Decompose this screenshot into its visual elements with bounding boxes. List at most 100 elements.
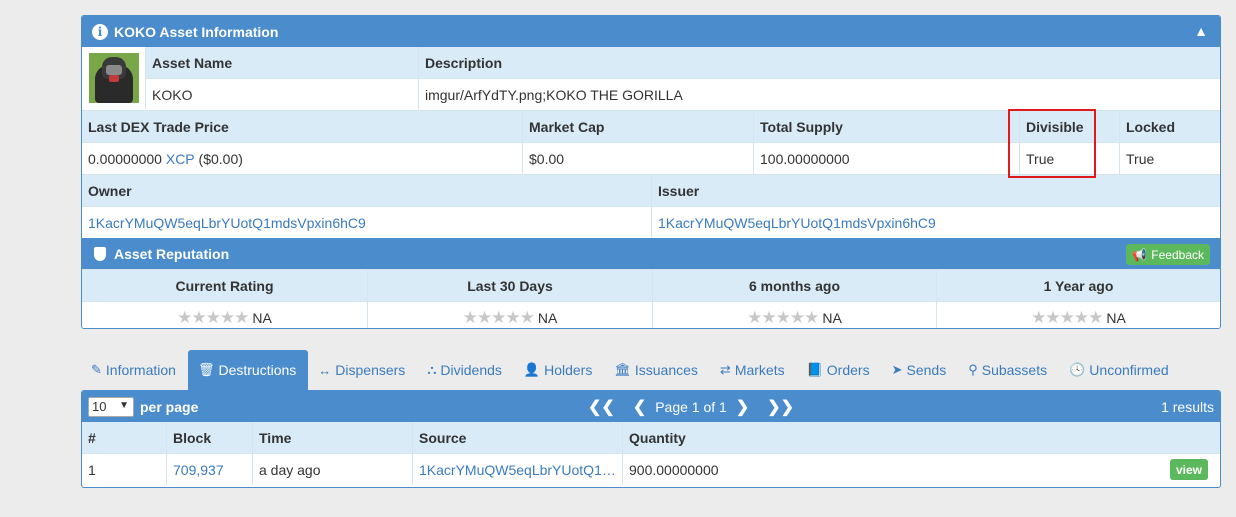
- trash-icon: 🗑: [197, 362, 215, 377]
- reputation-title: Asset Reputation: [114, 246, 230, 262]
- tab-subassets[interactable]: ⚲ Subassets: [958, 350, 1059, 390]
- rating-value: NA: [537, 309, 558, 326]
- results-count: 1 results: [1161, 398, 1214, 415]
- tab-holders[interactable]: 👤 Holders: [514, 350, 604, 390]
- issuer-label: Issuer: [651, 175, 1220, 206]
- col-source: Source: [412, 422, 622, 453]
- destructions-panel: 10 ▼ per page ❮❮ ❮ Page 1 of 1 ❯ ❯❯ 1 re…: [81, 390, 1221, 488]
- rating-label-current: Current Rating: [82, 270, 367, 301]
- arrows-horizontal-icon: ↔: [318, 362, 332, 378]
- last-price-amount: 0.00000000: [88, 150, 162, 167]
- last-price-value: 0.00000000 XCP ($0.00): [82, 143, 522, 174]
- locked-label: Locked: [1119, 111, 1220, 142]
- issuer-value: 1KacrYMuQW5eqLbrYUotQ1mdsVpxin6hC9: [651, 207, 1220, 238]
- asset-name-block: Asset Name Description KOKO imgur/ArfYdT…: [82, 47, 1220, 110]
- owner-value: 1KacrYMuQW5eqLbrYUotQ1mdsVpxin6hC9: [82, 207, 651, 238]
- divisible-label: Divisible: [1019, 111, 1119, 142]
- next-page-icon[interactable]: ❯: [736, 397, 749, 417]
- chevron-up-icon[interactable]: ▲: [1194, 23, 1208, 39]
- exchange-icon: ⇄: [719, 362, 731, 377]
- rating-label-6months: 6 months ago: [652, 270, 936, 301]
- asset-info-title: KOKO Asset Information: [114, 23, 279, 40]
- pagination: ❮❮ ❮ Page 1 of 1 ❯ ❯❯: [579, 391, 803, 422]
- source-link[interactable]: 1KacrYMuQW5eqLbrYUotQ1…: [419, 462, 616, 478]
- xcp-link[interactable]: XCP: [166, 151, 195, 167]
- clock-icon: 🕓: [1069, 362, 1086, 377]
- asset-avatar-cell: [82, 47, 146, 109]
- tab-destructions[interactable]: 🗑 Destructions: [187, 350, 309, 390]
- child-icon: ⚲: [968, 362, 978, 377]
- tab-dispensers[interactable]: ↔ Dispensers: [308, 350, 417, 390]
- divisible-value: True: [1019, 143, 1119, 174]
- info-icon: i: [92, 23, 108, 40]
- description-value: imgur/ArfYdTY.png;KOKO THE GORILLA: [418, 79, 1220, 110]
- bullhorn-icon: 📢: [1132, 247, 1148, 262]
- tab-orders[interactable]: 📘 Orders: [797, 350, 882, 390]
- asset-tabs: ✎ Information 🗑 Destructions ↔ Dispensers ⛬…: [81, 350, 1181, 390]
- row-source: 1KacrYMuQW5eqLbrYUotQ1…: [412, 454, 622, 485]
- rating-value: NA: [252, 309, 272, 326]
- star-rating-icon: ★★★★★: [177, 307, 249, 327]
- market-cap-value: $0.00: [522, 143, 753, 174]
- view-button[interactable]: view: [1169, 459, 1208, 480]
- row-time: a day ago: [252, 454, 412, 485]
- row-quantity: 900.00000000 view: [622, 454, 1220, 485]
- asset-info-header: i KOKO Asset Information ▲: [82, 16, 1220, 47]
- row-num: 1: [82, 454, 166, 485]
- col-num: #: [82, 422, 166, 453]
- asset-name-value: KOKO: [146, 79, 418, 110]
- page-indicator: Page 1 of 1: [655, 398, 727, 415]
- tab-information[interactable]: ✎ Information: [81, 350, 188, 390]
- asset-name-label: Asset Name: [146, 47, 418, 78]
- bank-icon: 🏛: [614, 362, 631, 377]
- tab-issuances[interactable]: 🏛 Issuances: [604, 350, 710, 390]
- owner-label: Owner: [82, 175, 651, 206]
- asset-avatar: [88, 53, 139, 103]
- table-toolbar: 10 ▼ per page ❮❮ ❮ Page 1 of 1 ❯ ❯❯ 1 re…: [82, 391, 1220, 422]
- feedback-label: Feedback: [1151, 247, 1204, 262]
- rating-current: ★★★★★ NA: [82, 302, 367, 328]
- pencil-icon: ✎: [91, 362, 102, 377]
- per-page-select[interactable]: 10 ▼: [88, 396, 134, 417]
- market-cap-label: Market Cap: [522, 111, 753, 142]
- tab-unconfirmed[interactable]: 🕓 Unconfirmed: [1059, 350, 1181, 390]
- last-price-usd: ($0.00): [198, 150, 243, 167]
- chevron-down-icon: ▼: [119, 399, 129, 411]
- block-link[interactable]: 709,937: [173, 462, 224, 478]
- tab-sends[interactable]: ➤ Sends: [882, 350, 959, 390]
- shield-icon: [94, 247, 106, 261]
- rating-value: NA: [1106, 309, 1126, 326]
- last-price-label: Last DEX Trade Price: [82, 111, 522, 142]
- rating-30days: ★★★★★ NA: [367, 302, 652, 328]
- total-supply-label: Total Supply: [753, 111, 1019, 142]
- tab-markets[interactable]: ⇄ Markets: [710, 350, 797, 390]
- col-block: Block: [166, 422, 252, 453]
- per-page-label: per page: [140, 398, 199, 415]
- issuer-link[interactable]: 1KacrYMuQW5eqLbrYUotQ1mdsVpxin6hC9: [658, 215, 936, 231]
- star-rating-icon: ★★★★★: [462, 307, 535, 327]
- rating-value: NA: [822, 309, 842, 326]
- sitemap-icon: ⛬: [427, 362, 437, 377]
- paper-plane-icon: ➤: [891, 362, 903, 377]
- description-label: Description: [418, 47, 1220, 78]
- table-row: 1 709,937 a day ago 1KacrYMuQW5eqLbrYUot…: [82, 453, 1220, 485]
- col-time: Time: [252, 422, 412, 453]
- feedback-button[interactable]: 📢 Feedback: [1126, 244, 1210, 265]
- reputation-header: Asset Reputation 📢 Feedback: [82, 238, 1220, 269]
- rating-6months: ★★★★★ NA: [652, 302, 936, 328]
- total-supply-value: 100.00000000: [753, 143, 1019, 174]
- book-icon: 📘: [806, 362, 823, 377]
- rating-1year: ★★★★★ NA: [936, 302, 1220, 328]
- row-block: 709,937: [166, 454, 252, 485]
- locked-value: True: [1119, 143, 1220, 174]
- star-rating-icon: ★★★★★: [1031, 307, 1103, 327]
- rating-label-30days: Last 30 Days: [367, 270, 652, 301]
- prev-page-icon[interactable]: ❮: [633, 397, 646, 417]
- star-rating-icon: ★★★★★: [747, 307, 819, 327]
- user-icon: 👤: [523, 362, 541, 377]
- last-page-icon[interactable]: ❯❯: [767, 397, 794, 417]
- owner-link[interactable]: 1KacrYMuQW5eqLbrYUotQ1mdsVpxin6hC9: [88, 215, 366, 231]
- first-page-icon[interactable]: ❮❮: [588, 397, 615, 417]
- tab-dividends[interactable]: ⛬ Dividends: [417, 350, 514, 390]
- col-quantity: Quantity: [622, 422, 1220, 453]
